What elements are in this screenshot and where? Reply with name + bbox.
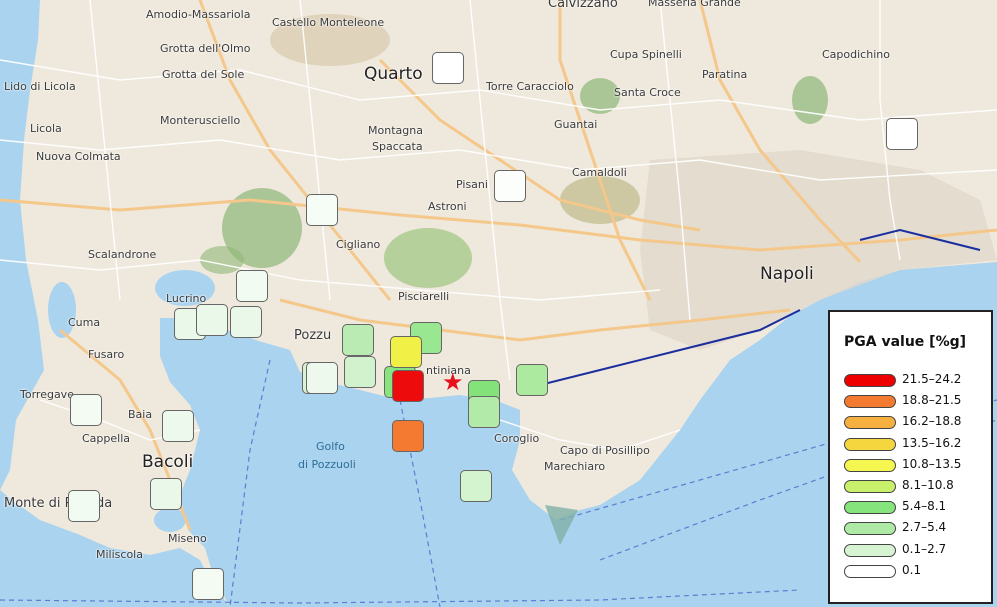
place-label: Pisciarelli [398, 290, 450, 303]
station-marker[interactable] [390, 336, 422, 368]
place-label: Montagna [368, 124, 423, 137]
place-label: Marechiaro [544, 460, 606, 473]
station-marker[interactable] [70, 394, 102, 426]
station-marker[interactable] [344, 356, 376, 388]
place-label: Amodio-Massariola [146, 8, 251, 21]
legend-swatch [844, 437, 896, 451]
place-label: di Pozzuoli [298, 458, 356, 471]
place-label: Spaccata [372, 140, 423, 153]
legend-label: 16.2–18.8 [902, 414, 962, 429]
place-label: Pozzu [294, 328, 332, 343]
place-label: Baia [128, 408, 153, 421]
legend-swatch [844, 416, 896, 430]
place-label: Capodichino [822, 48, 890, 61]
place-label: Calvizzano [548, 0, 618, 11]
legend-swatch [844, 458, 896, 472]
place-label: Masseria Grande [648, 0, 741, 9]
legend-label: 13.5–16.2 [902, 435, 962, 450]
legend-swatch [844, 564, 896, 578]
park-capodimonte [792, 76, 828, 124]
pga-legend: PGA value [%g] 21.5–24.2 18.8–21.5 16.2–18… [828, 310, 993, 604]
station-marker[interactable] [306, 362, 338, 394]
station-marker[interactable] [342, 324, 374, 356]
place-label: Camaldoli [572, 166, 627, 179]
place-label: Bacoli [142, 452, 194, 472]
station-marker[interactable] [392, 370, 424, 402]
place-label: Napoli [760, 264, 814, 284]
legend-label: 5.4–8.1 [902, 499, 947, 514]
park-astroni [384, 228, 472, 288]
station-marker[interactable] [192, 568, 224, 600]
legend-label: 18.8–21.5 [902, 393, 962, 408]
station-marker[interactable] [432, 52, 464, 84]
epicenter-star-icon[interactable]: ★ [442, 370, 464, 394]
legend-swatch [844, 501, 896, 515]
station-marker[interactable] [494, 170, 526, 202]
station-marker[interactable] [468, 396, 500, 428]
legend-label: 2.7–5.4 [902, 520, 947, 535]
place-label: Cuma [68, 316, 101, 329]
station-marker[interactable] [150, 478, 182, 510]
legend-swatch [844, 543, 896, 557]
legend-label: 21.5–24.2 [902, 372, 962, 386]
place-label: Cupa Spinelli [610, 48, 682, 61]
place-label: Miliscola [96, 548, 143, 561]
legend-label: 0.1 [902, 562, 922, 577]
place-label: Castello Monteleone [272, 16, 385, 29]
place-label: Paratina [702, 68, 748, 81]
station-marker[interactable] [162, 410, 194, 442]
station-marker[interactable] [392, 420, 424, 452]
place-label: Guantai [554, 118, 598, 131]
station-marker[interactable] [196, 304, 228, 336]
legend-title: PGA value [%g] [844, 334, 967, 350]
place-label: Santa Croce [614, 86, 681, 99]
place-label: Quarto [364, 64, 423, 84]
place-label: Cigliano [336, 238, 381, 251]
place-label: Pisani [456, 178, 488, 191]
legend-label: 0.1–2.7 [902, 541, 947, 556]
place-label: Licola [30, 122, 62, 135]
station-marker[interactable] [886, 118, 918, 150]
place-label: Cappella [82, 432, 131, 445]
station-marker[interactable] [68, 490, 100, 522]
station-marker[interactable] [230, 306, 262, 338]
legend-swatch [844, 480, 896, 493]
place-label: Nuova Colmata [36, 150, 121, 163]
legend-label: 10.8–13.5 [902, 456, 962, 471]
place-label: Grotta dell'Olmo [160, 42, 251, 55]
place-label: Torregave [20, 388, 74, 401]
legend-swatch [844, 395, 896, 409]
place-label: Coroglio [494, 432, 540, 445]
station-marker[interactable] [306, 194, 338, 226]
station-marker[interactable] [516, 364, 548, 396]
lake-fusaro [48, 282, 76, 338]
place-label: Fusaro [88, 348, 125, 361]
legend-swatch [844, 374, 896, 387]
legend-label: 8.1–10.8 [902, 478, 954, 492]
station-marker[interactable] [460, 470, 492, 502]
legend-swatch [844, 522, 896, 536]
place-label: Miseno [168, 532, 207, 545]
place-label: Grotta del Sole [162, 68, 245, 81]
place-label: Capo di Posillipo [560, 444, 650, 457]
place-label: Monterusciello [160, 114, 241, 127]
place-label: Golfo [316, 440, 345, 453]
map-canvas[interactable]: Calvizzano Masseria Grande Amodio-Massario… [0, 0, 997, 607]
station-marker[interactable] [236, 270, 268, 302]
place-label: Astroni [428, 200, 467, 213]
place-label: Torre Caracciolo [486, 80, 574, 93]
place-label: Scalandrone [88, 248, 157, 261]
place-label: Lido di Licola [4, 80, 76, 93]
